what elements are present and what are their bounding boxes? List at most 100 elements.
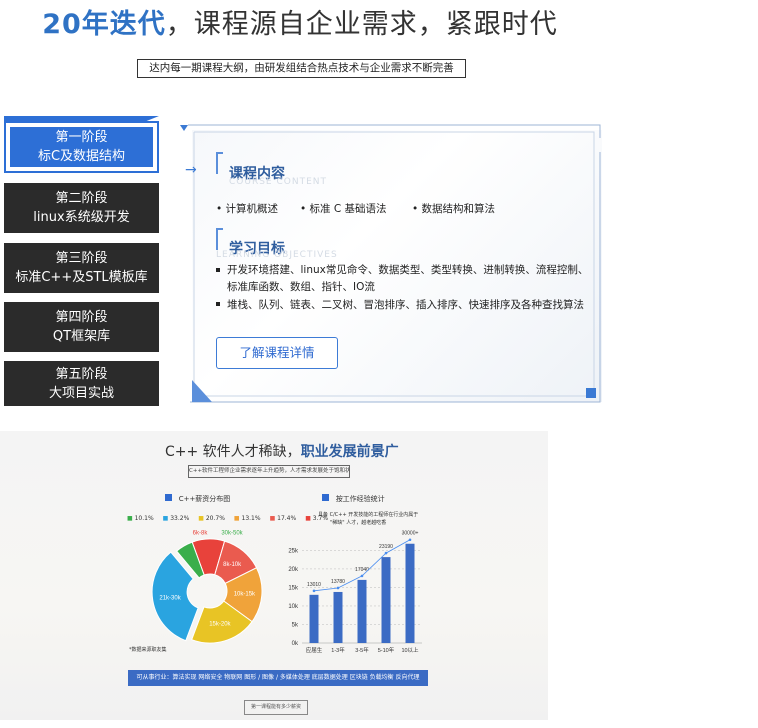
trend-point (336, 586, 340, 590)
pie-slice-label: 15k-20k (209, 622, 231, 628)
legend-dot-icon: ■ (305, 515, 313, 522)
pie-legend-entry: ■ 17.4% (270, 515, 297, 522)
pie-legend-label: 20.7% (205, 515, 225, 522)
salary-more-button[interactable]: 第一课程能有多少薪资 (244, 700, 308, 715)
y-tick-label: 25k (288, 548, 299, 554)
bar (381, 557, 391, 643)
pie-slice-label: 21k-30k (159, 595, 181, 601)
y-tick-label: 5k (292, 622, 299, 628)
trend-point (384, 551, 388, 555)
legend-dot-icon: ■ (269, 515, 278, 522)
goal-item-1: 开发环境搭建、linux常见命令、数据类型、类型转换、进制转换、流程控制、 (227, 264, 589, 276)
stage-tab-5-subtitle: 大项目实战 (48, 385, 114, 401)
y-tick-label: 10k (288, 604, 299, 610)
pie-legend-label: 13.1% (241, 515, 261, 522)
legend-square-icon (165, 494, 172, 501)
stage-tab-3-subtitle: 标准C++及STL模板库 (15, 270, 148, 285)
pie-slice-label: 6k-8k (193, 531, 209, 537)
salary-pie-chart: 6k-8k 8k-10k 10k-15k 15k-20k 21k-30k 30k-50k (151, 531, 263, 644)
content-item-3-text: 数据结构和算法 (421, 203, 496, 215)
pie-legend-entry: ■ 20.7% (198, 515, 225, 522)
content-item-1: • 计算机概述 (216, 203, 279, 215)
bar (357, 579, 367, 643)
pie-legend-header: C++薪资分布图 (165, 494, 230, 504)
page-title-highlight: 20年迭代 (42, 9, 166, 40)
bar-category-label: 5-10年 (378, 646, 395, 654)
bar-value-label: 23190 (379, 544, 393, 550)
y-tick-label: 15k (288, 585, 299, 591)
stage-tab-5[interactable]: 第五阶段 大项目实战 (4, 361, 159, 406)
pie-legend-entry: ■ 13.1% (234, 515, 261, 522)
pie-footnote: *数据来源职友集 (129, 647, 167, 653)
bar (309, 594, 319, 643)
pie-legend-label: 17.4% (277, 515, 297, 522)
bar-category-label: 1-3年 (331, 646, 345, 654)
bar-category-label: 应届生 (306, 646, 323, 654)
pie-legend-label: 33.2% (170, 515, 190, 522)
trend-point (360, 574, 364, 578)
bar-category-label: 10以上 (401, 646, 419, 654)
promo-title: C++ 软件人才稀缺，职业发展前景广 (165, 441, 399, 461)
stage-tab-4[interactable]: 第四阶段 QT框架库 (4, 302, 159, 352)
pie-legend-entry: ■ 33.2% (163, 515, 190, 522)
legend-square-icon (322, 494, 329, 501)
pie-legend-title: C++薪资分布图 (178, 495, 231, 503)
trend-point (312, 589, 316, 593)
stage-tab-4-title: 第四阶段 (55, 310, 108, 325)
y-tick-label: 20k (288, 567, 299, 573)
bar-category-label: 3-5年 (355, 646, 369, 654)
learning-goal-ghost: LEARNING OBJECTIVES (216, 250, 338, 260)
goal-item-2: 堆栈、队列、链表、二叉树、冒泡排序、插入排序、快速排序及各种查找算法 (227, 299, 584, 311)
promo-title-highlight: 职业发展前景广 (300, 444, 399, 460)
bullet-square-icon (216, 302, 220, 306)
stage-tab-2-subtitle: linux系统级开发 (33, 210, 130, 225)
pie-slice-label: 10k-15k (234, 591, 256, 597)
pie-legend-entry: ■ 10.1% (127, 515, 154, 522)
stage-tab-2[interactable]: 第二阶段 linux系统级开发 (4, 183, 159, 233)
experience-bar-chart: 0k 5k 10k 15k 20k 25k 13010 应届生 13780 1-3年 17040 3-… (288, 531, 422, 654)
y-tick-label: 0k (292, 641, 299, 647)
stage-tab-2-title: 第二阶段 (55, 191, 108, 206)
pie-legend: ■ 10.1% ■ 33.2% ■ 20.7% ■ 13.1% ■ 17.4% ■ 3.7… (127, 515, 337, 522)
bar-legend-header: 按工作经验统计 (322, 494, 385, 504)
arrow-right-icon: → (185, 162, 197, 178)
page-title-rest: ，课程源自企业需求，紧跟时代 (165, 9, 558, 40)
stage-tab-5-title: 第五阶段 (55, 366, 108, 382)
bar-legend-title: 按工作经验统计 (335, 495, 385, 503)
stage-tab-3[interactable]: 第三阶段 标准C++及STL模板库 (4, 243, 159, 293)
content-item-3: • 数据结构和算法 (412, 203, 496, 215)
pie-slice-label: 30k-50k (221, 531, 243, 537)
course-content-ghost: COURSE CONTENT (229, 177, 327, 187)
pie-legend-label: 10.1% (134, 515, 154, 522)
bar-value-label: 17040 (355, 567, 369, 573)
stage-tab-1-subtitle: 标C及数据结构 (37, 149, 126, 164)
stage-tab-1-title: 第一阶段 (55, 130, 108, 145)
bar-value-label: 30000+ (402, 531, 419, 537)
page-title: 20年迭代，课程源自企业需求，紧跟时代 (0, 8, 600, 42)
content-item-1-text: 计算机概述 (225, 203, 279, 215)
industry-banner: 可从事行业：算法实现 网络安全 物联网 图形 / 图像 / 多媒体处理 底层数据… (128, 670, 428, 686)
page-subtitle: 达内每一期课程大纲，由研发组结合热点技术与企业需求不断完善 (137, 59, 466, 78)
bar-value-label: 13010 (307, 582, 321, 588)
trend-point (408, 538, 412, 542)
promo-subtitle: C++软件工程师企业需求逐年上升趋势，人才需求发展处于饱和状态 (188, 465, 350, 478)
stage-tab-3-title: 第三阶段 (55, 251, 108, 266)
legend-dot-icon: ■ (198, 515, 206, 522)
bar-value-label: 13780 (331, 579, 345, 585)
legend-dot-icon: ■ (233, 515, 242, 522)
bar (333, 591, 343, 643)
content-item-2-text: 标准 C 基础语法 (309, 203, 387, 215)
bullet-square-icon (216, 268, 220, 272)
pie-slice-label: 8k-10k (223, 562, 242, 568)
stage-tab-1[interactable]: 第一阶段 标C及数据结构 (4, 121, 159, 173)
promo-title-plain: C++ 软件人才稀缺， (165, 444, 301, 460)
course-detail-button[interactable]: 了解课程详情 (216, 337, 338, 369)
stage-tab-4-subtitle: QT框架库 (52, 329, 111, 344)
bar (405, 543, 415, 643)
section-bracket-icon (216, 152, 223, 174)
section-bracket-icon-2 (216, 228, 223, 250)
content-item-2: • 标准 C 基础语法 (300, 203, 387, 215)
goal-item-1-cont: 标准库函数、数组、指针、IO流 (227, 281, 375, 293)
legend-dot-icon: ■ (127, 515, 135, 522)
bar-note-1: 具备 C/C++ 开发技能的工程师在行业内属于 (318, 512, 419, 518)
